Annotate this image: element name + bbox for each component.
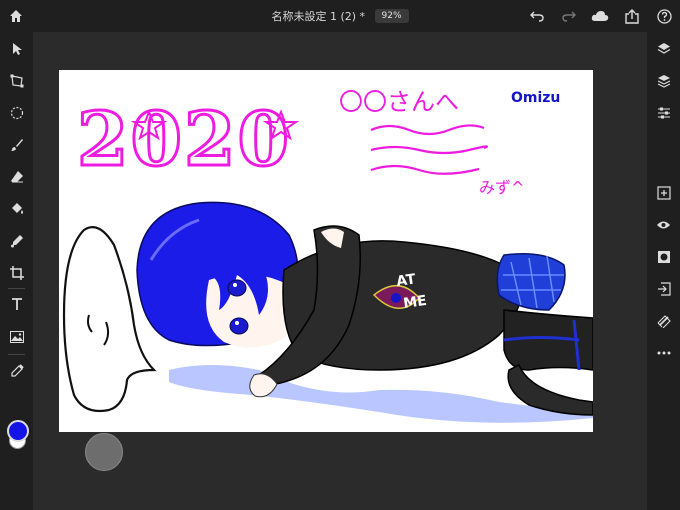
more-icon[interactable]	[653, 342, 674, 363]
crop-icon[interactable]	[6, 262, 27, 283]
character-legs	[503, 309, 593, 371]
text-icon[interactable]	[6, 294, 27, 315]
character-eye	[229, 317, 249, 335]
shirt-text-line1: AT	[395, 271, 417, 290]
select-icon[interactable]	[6, 38, 27, 59]
shirt-emblem-eye	[391, 293, 401, 303]
layer-add-icon[interactable]	[653, 70, 674, 91]
character-eye	[227, 279, 247, 297]
visibility-icon[interactable]	[653, 214, 674, 235]
import-icon[interactable]	[653, 278, 674, 299]
artwork-signature-text: みず^	[479, 178, 524, 197]
share-icon[interactable]	[622, 6, 642, 26]
artwork-year-text: 2020	[77, 97, 291, 183]
document-title[interactable]: 名称未設定 1 (2) *	[271, 10, 365, 23]
undo-icon[interactable]	[527, 6, 547, 26]
layers-icon[interactable]	[653, 38, 674, 59]
top-bar: 名称未設定 1 (2) * 92%	[0, 0, 680, 32]
redo-icon[interactable]	[559, 6, 579, 26]
transform-icon[interactable]	[6, 70, 27, 91]
clear-icon[interactable]	[653, 310, 674, 331]
help-icon[interactable]	[654, 6, 674, 26]
zoom-level[interactable]: 92%	[374, 9, 409, 23]
touch-shortcut-button[interactable]	[85, 433, 123, 471]
eye-shine	[235, 321, 239, 325]
brush-icon[interactable]	[6, 134, 27, 155]
add-icon[interactable]	[653, 182, 674, 203]
right-toolbar	[647, 32, 680, 510]
eye-shine	[233, 283, 237, 287]
drawing-canvas[interactable]: 2020 〇〇さんへ みず^ Omizu AT ME	[59, 70, 593, 432]
artwork-author-text: Omizu	[511, 90, 560, 106]
image-icon[interactable]	[6, 326, 27, 347]
toolbar-divider	[8, 288, 25, 289]
left-toolbar	[0, 32, 33, 510]
eyedropper-icon[interactable]	[6, 360, 27, 381]
cloud-icon[interactable]	[590, 6, 610, 26]
wavy-line	[370, 124, 485, 136]
wavy-line	[370, 145, 488, 155]
mask-icon[interactable]	[653, 246, 674, 267]
shirt-text-line2: ME	[402, 293, 427, 312]
eraser-icon[interactable]	[6, 166, 27, 187]
toolbar-divider	[8, 354, 25, 355]
artwork-greeting-text: 〇〇さんへ	[339, 88, 459, 116]
layer-properties-icon[interactable]	[653, 102, 674, 123]
artwork: 2020 〇〇さんへ みず^ Omizu AT ME	[62, 88, 593, 423]
foreground-color-swatch[interactable]	[7, 420, 29, 442]
smudge-icon[interactable]	[6, 230, 27, 251]
wavy-line	[370, 164, 480, 175]
lasso-icon[interactable]	[6, 102, 27, 123]
fill-icon[interactable]	[6, 198, 27, 219]
